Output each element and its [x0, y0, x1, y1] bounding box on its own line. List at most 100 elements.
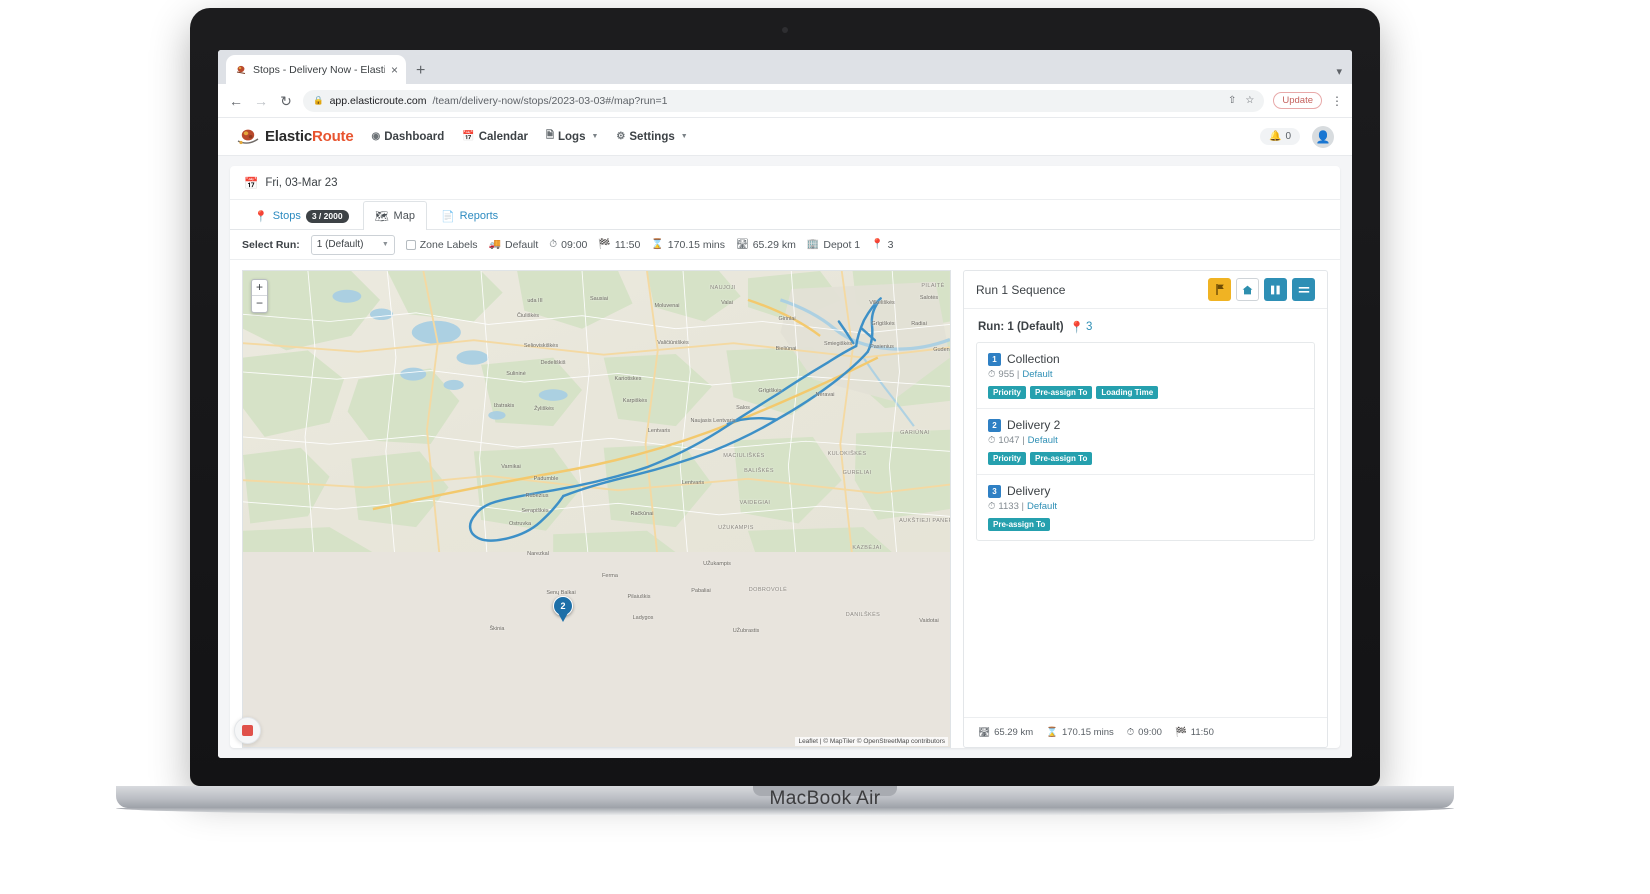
chevron-down-icon: ▼: [381, 241, 389, 248]
share-icon[interactable]: ⇧: [1228, 95, 1236, 106]
map-town-label: Padumble: [533, 476, 559, 482]
tag-priority[interactable]: Priority: [988, 386, 1027, 399]
reorder-button[interactable]: [1292, 278, 1315, 301]
select-run-dropdown[interactable]: 1 (Default) ▼: [310, 234, 395, 255]
brand-logo[interactable]: ElasticRoute: [236, 127, 354, 147]
hourglass-icon: ⌛: [651, 239, 664, 250]
stop-name: Delivery 2: [1007, 418, 1061, 432]
settings-icon: ⚙: [616, 131, 626, 142]
stop-detail: 1133 |: [998, 501, 1024, 512]
intercom-launcher-button[interactable]: [234, 717, 261, 744]
map-marker-2[interactable]: 2: [553, 596, 573, 623]
tag-loading-time[interactable]: Loading Time: [1096, 386, 1159, 399]
update-button[interactable]: Update: [1273, 92, 1322, 109]
tab-stops[interactable]: 📍 Stops 3 / 2000: [242, 201, 361, 230]
map-town-label: Ižatrakis: [493, 403, 515, 409]
tag-preassign[interactable]: Pre-assign To: [1030, 452, 1093, 465]
zone-labels-checkbox[interactable]: Zone Labels: [405, 239, 478, 251]
map-town-label: Grīgiškės: [758, 388, 782, 394]
columns-button[interactable]: [1264, 278, 1287, 301]
map-town-label: DANILŠKĖS: [845, 612, 881, 618]
list-item[interactable]: 1 Collection ⏱ 955 | Default Priority Pr…: [977, 343, 1314, 409]
tag-preassign[interactable]: Pre-assign To: [988, 518, 1051, 531]
zoom-in-button[interactable]: +: [252, 280, 267, 296]
pin-icon: 📍: [871, 239, 884, 250]
date-bar[interactable]: 📅 Fri, 03-Mar 23: [230, 166, 1340, 200]
map-town-label: Radiai: [911, 321, 927, 327]
nav-item-dashboard[interactable]: ◉ Dashboard: [371, 131, 444, 143]
notifications-button[interactable]: 🔔 0: [1259, 128, 1300, 145]
select-run-value: 1 (Default): [316, 239, 364, 250]
map-zoom-controls: + −: [251, 279, 268, 313]
nav-item-calendar[interactable]: 📅 Calendar: [462, 131, 528, 143]
nav-item-logs[interactable]: 🗎 Logs ▼: [546, 128, 598, 145]
back-icon[interactable]: ←: [228, 94, 244, 108]
chevron-down-icon[interactable]: ▾: [1336, 65, 1342, 78]
footer-start-time-value: 09:00: [1138, 727, 1162, 738]
pin-icon: 📍: [254, 210, 268, 223]
stat-depot: 🏢 Depot 1: [807, 239, 860, 251]
route-flag-button[interactable]: [1208, 278, 1231, 301]
stop-detail-link[interactable]: Default: [1028, 435, 1058, 446]
map-town-label: GURELIAI: [842, 470, 872, 476]
vehicle-icon: 🚚: [488, 239, 502, 250]
pin-icon: 📍: [1069, 322, 1084, 334]
map-town-label: Pabaliai: [691, 588, 711, 594]
stop-tags: Priority Pre-assign To Loading Time: [988, 386, 1303, 399]
tag-priority[interactable]: Priority: [988, 452, 1027, 465]
map-town-label: Vilkeliškės: [869, 300, 895, 306]
address-bar[interactable]: 🔒 app.elasticroute.com/team/delivery-now…: [303, 89, 1265, 112]
page-content: 📅 Fri, 03-Mar 23 📍 Stops 3 / 2000 🗺 Map …: [218, 156, 1352, 758]
map-container[interactable]: NAUJOJI Valai Sausiai uda III Čiuliškės Moluv…: [242, 270, 951, 748]
map-town-label: Ladygos: [632, 615, 654, 621]
page-tabs: 📍 Stops 3 / 2000 🗺 Map 📄 Reports: [230, 200, 1340, 230]
list-item[interactable]: 3 Delivery ⏱ 1133 | Default Pre-assign T…: [977, 475, 1314, 540]
nav-label-dashboard: Dashboard: [384, 130, 445, 143]
tag-preassign[interactable]: Pre-assign To: [1030, 386, 1093, 399]
new-tab-button[interactable]: +: [416, 63, 425, 79]
footer-duration: ⌛ 170.15 mins: [1046, 727, 1114, 738]
map-town-label: Gudenė: [933, 347, 951, 353]
tab-reports[interactable]: 📄 Reports: [429, 201, 510, 230]
zoom-out-button[interactable]: −: [252, 296, 267, 312]
stop-detail-link[interactable]: Default: [1027, 501, 1057, 512]
hourglass-icon: ⌛: [1046, 727, 1058, 738]
map-town-label: DOBROVOLĖ: [748, 587, 788, 593]
kebab-menu-icon[interactable]: ⋮: [1331, 94, 1343, 108]
run-label: Run: 1 (Default): [978, 321, 1064, 333]
browser-tab[interactable]: Stops - Delivery Now - Elastic ×: [226, 55, 406, 84]
close-icon[interactable]: ×: [391, 64, 398, 76]
stop-tags: Priority Pre-assign To: [988, 452, 1303, 465]
map-town-label: GARIŪNAI: [900, 430, 930, 436]
stop-tags: Pre-assign To: [988, 518, 1303, 531]
nav-item-settings[interactable]: ⚙ Settings ▼: [616, 131, 687, 143]
reload-icon[interactable]: ↻: [278, 94, 294, 108]
star-icon[interactable]: ☆: [1245, 95, 1254, 106]
tab-map[interactable]: 🗺 Map: [362, 201, 427, 230]
forward-icon[interactable]: →: [253, 94, 269, 108]
tab-label-stops: Stops: [272, 210, 301, 222]
map-town-label: Žyliškės: [534, 406, 554, 412]
attribution-maptiler[interactable]: MapTiler: [830, 738, 855, 745]
depot-home-button[interactable]: [1236, 278, 1259, 301]
flag-icon: 🏁: [1174, 727, 1187, 738]
avatar[interactable]: 👤: [1312, 125, 1334, 148]
stat-end-time-value: 11:50: [614, 238, 641, 251]
stop-name: Collection: [1007, 352, 1060, 366]
attribution-leaflet[interactable]: Leaflet: [798, 738, 818, 745]
list-item[interactable]: 2 Delivery 2 ⏱ 1047 | Default Priority P…: [977, 409, 1314, 475]
url-path: /team/delivery-now/stops/2023-03-03#/map…: [432, 94, 668, 107]
map-town-label: Salotės: [919, 295, 939, 301]
map-town-label: VAIDEGIAI: [739, 500, 771, 506]
map-town-label: Čiuliškės: [516, 313, 540, 319]
attribution-osm[interactable]: © OpenStreetMap contributors: [857, 738, 945, 745]
road-icon: 🛣: [978, 727, 991, 738]
main-card: 📅 Fri, 03-Mar 23 📍 Stops 3 / 2000 🗺 Map …: [230, 166, 1340, 748]
map-town-label: Ostruvka: [508, 521, 532, 527]
map-workspace: NAUJOJI Valai Sausiai uda III Čiuliškės Moluv…: [230, 260, 1340, 748]
stop-detail-link[interactable]: Default: [1022, 369, 1052, 380]
map-toolbar: Select Run: 1 (Default) ▼ Zone Labels 🚚 …: [230, 230, 1340, 260]
stat-duration-value: 170.15 mins: [667, 238, 725, 251]
map-town-label: Naujasis Lentvaris: [690, 418, 736, 424]
select-run-label: Select Run:: [242, 238, 300, 251]
